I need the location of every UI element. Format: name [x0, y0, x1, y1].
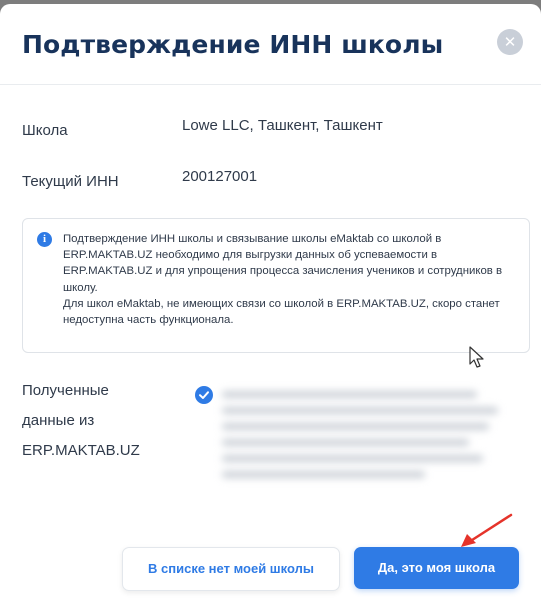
close-icon: ✕: [503, 33, 517, 51]
school-label: Школа: [22, 122, 68, 139]
close-button[interactable]: ✕: [497, 29, 523, 55]
dialog-header: Подтверждение ИНН школы ✕: [0, 4, 541, 85]
confirm-school-button[interactable]: Да, это моя школа: [354, 547, 519, 589]
erp-data-checkbox[interactable]: [195, 386, 213, 404]
info-text: Подтверждение ИНН школы и связывание шко…: [63, 231, 523, 328]
not-listed-button[interactable]: В списке нет моей школы: [122, 547, 340, 591]
check-icon: [199, 391, 209, 399]
school-value: Lowe LLC, Ташкент, Ташкент: [182, 117, 383, 134]
dialog-title: Подтверждение ИНН школы: [22, 30, 444, 59]
inn-value: 200127001: [182, 168, 258, 185]
info-paragraph: Подтверждение ИНН школы и связывание шко…: [63, 233, 503, 294]
inn-label: Текущий ИНН: [22, 173, 119, 190]
mouse-cursor-icon: [469, 346, 484, 368]
info-icon: i: [37, 232, 52, 247]
inn-confirmation-dialog: Подтверждение ИНН школы ✕ Школа Lowe LLC…: [0, 4, 541, 603]
info-paragraph: Для школ eMaktab, не имеющих связи со шк…: [63, 297, 500, 327]
blurred-erp-data: [222, 382, 512, 517]
annotation-arrow-icon: [461, 513, 513, 547]
erp-data-label: Полученные данные из ERP.MAKTAB.UZ: [22, 382, 140, 459]
info-notice: i Подтверждение ИНН школы и связывание ш…: [22, 218, 530, 353]
